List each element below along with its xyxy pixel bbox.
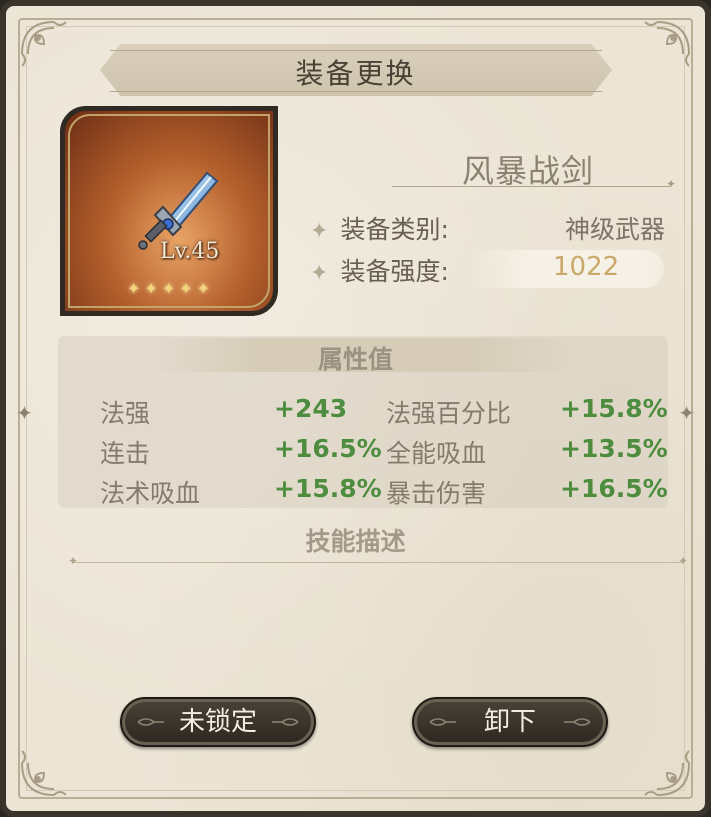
attr-value: +13.5% — [560, 434, 668, 463]
window-title: 装备更换 — [295, 57, 416, 90]
strength-value: 1022 — [553, 252, 620, 282]
attr-value: +16.5% — [560, 474, 668, 503]
category-label: 装备类别: — [340, 215, 449, 244]
unequip-button[interactable]: 卸下 — [412, 697, 608, 747]
attr-name: 全能吸血 — [386, 439, 487, 468]
sparkle-icon: ✦ — [310, 261, 329, 286]
corner-ornament-icon — [627, 733, 697, 803]
strength-label: 装备强度: — [340, 257, 449, 286]
skill-description-title: 技能描述 — [305, 527, 406, 556]
side-sparkle-icon: ✦ — [678, 401, 695, 425]
attr-name: 连击 — [100, 439, 151, 468]
attr-name: 法强 — [100, 399, 151, 428]
item-name-divider — [392, 177, 676, 191]
strength-row: ✦ 装备强度: — [310, 252, 449, 288]
button-ornament-icon — [429, 718, 456, 726]
button-ornament-icon — [137, 718, 164, 726]
attr-value: +15.8% — [560, 394, 668, 423]
corner-ornament-icon — [14, 733, 84, 803]
attributes-title: 属性值 — [317, 345, 393, 374]
item-level: Lv.45 — [160, 239, 220, 264]
item-portrait[interactable]: Lv.45 ✦✦✦✦✦ — [60, 106, 278, 316]
item-rarity-stars: ✦✦✦✦✦ — [127, 279, 215, 298]
category-row: ✦ 装备类别: — [310, 210, 449, 246]
category-value: 神级武器 — [565, 215, 666, 244]
button-ornament-icon — [272, 718, 299, 726]
sparkle-icon: ✦ — [310, 219, 329, 244]
side-sparkle-icon: ✦ — [16, 401, 33, 425]
lock-button[interactable]: 未锁定 — [120, 697, 316, 747]
attr-name: 暴击伤害 — [386, 479, 487, 508]
attr-name: 法强百分比 — [386, 399, 512, 428]
attr-value: +15.8% — [274, 474, 382, 503]
unequip-button-label: 卸下 — [483, 707, 536, 737]
button-ornament-icon — [564, 718, 591, 726]
attr-value: +243 — [274, 394, 348, 423]
attr-value: +16.5% — [274, 434, 382, 463]
attr-name: 法术吸血 — [100, 479, 201, 508]
skill-divider — [68, 554, 688, 568]
lock-button-label: 未锁定 — [178, 707, 257, 737]
